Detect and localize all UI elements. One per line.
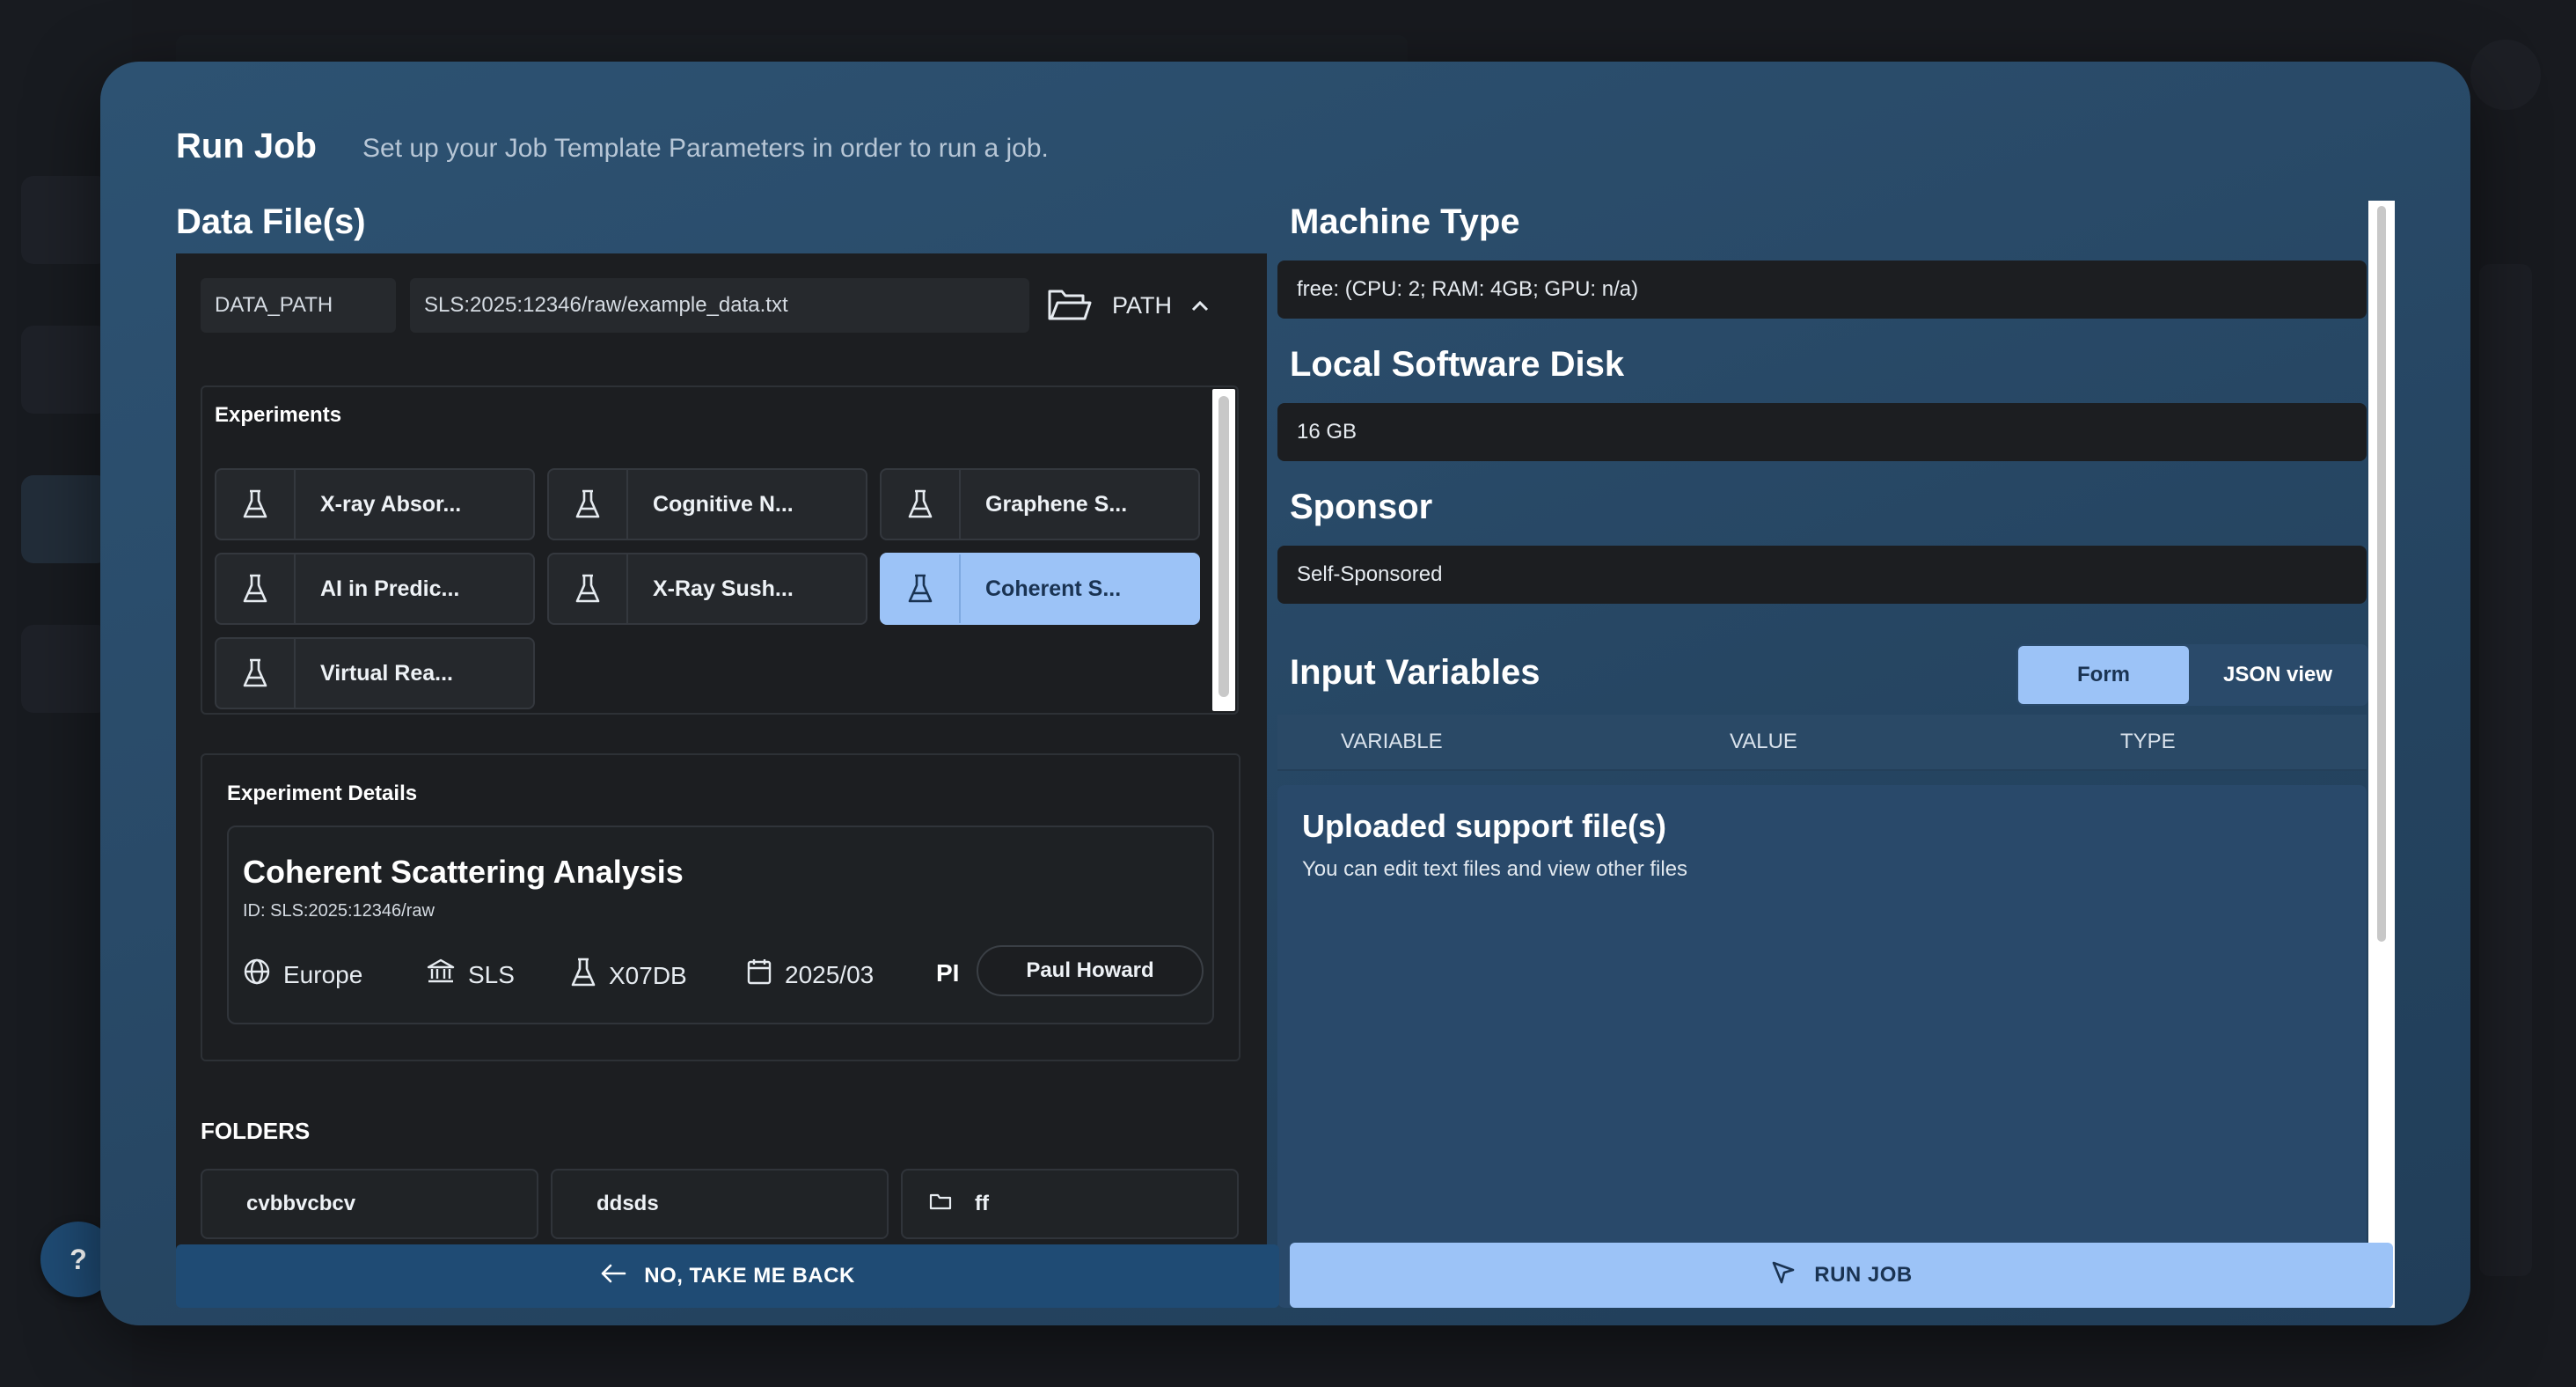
sponsor-title: Sponsor [1290, 488, 1433, 526]
meta-date: 2025/03 [746, 958, 874, 992]
back-button-label: NO, TAKE ME BACK [644, 1264, 855, 1288]
support-files-subtitle: You can edit text files and view other f… [1302, 857, 1688, 881]
data-files-title: Data File(s) [176, 202, 366, 241]
scrollbar-thumb[interactable] [1218, 396, 1229, 697]
run-job-modal: Run Job Set up your Job Template Paramet… [100, 62, 2470, 1325]
flask-icon [882, 554, 961, 623]
folders-label: FOLDERS [201, 1118, 311, 1144]
flask-icon [549, 470, 628, 539]
beamline-text: X07DB [609, 961, 687, 989]
experiment-label: X-Ray Sush... [653, 576, 794, 601]
experiment-label: Cognitive N... [653, 491, 794, 517]
institution-icon [426, 958, 456, 992]
data-files-panel: DATA_PATH SLS:2025:12346/raw/example_dat… [176, 253, 1267, 1280]
date-text: 2025/03 [785, 960, 875, 988]
flask-icon [549, 554, 628, 623]
folder-icon [929, 1192, 952, 1217]
modal-title: Run Job [176, 127, 317, 165]
folder-item[interactable]: ff [901, 1169, 1239, 1239]
input-variables-title: Input Variables [1290, 653, 1540, 692]
run-job-label: RUN JOB [1814, 1263, 1913, 1287]
back-button[interactable]: NO, TAKE ME BACK [176, 1244, 1279, 1308]
experiments-scrollbar[interactable] [1212, 389, 1235, 711]
experiment-label: Coherent S... [985, 576, 1122, 601]
column-variable: VARIABLE [1341, 730, 1443, 753]
facility-text: SLS [468, 960, 515, 988]
experiments-label: Experiments [215, 403, 342, 427]
globe-icon [243, 958, 271, 992]
calendar-icon [746, 958, 772, 992]
meta-facility: SLS [426, 958, 515, 992]
folder-label: cvbbvcbcv [246, 1192, 356, 1215]
column-type: TYPE [2120, 730, 2176, 753]
flask-icon [216, 470, 296, 539]
run-job-button[interactable]: RUN JOB [1290, 1243, 2393, 1308]
experiment-label: Graphene S... [985, 491, 1128, 517]
local-disk-title: Local Software Disk [1290, 345, 1625, 384]
machine-type-title: Machine Type [1290, 202, 1520, 241]
experiment-card-selected[interactable]: Coherent S... [880, 553, 1200, 625]
experiment-label: X-ray Absor... [320, 491, 462, 517]
flask-icon [216, 639, 296, 708]
variables-table-header: VARIABLE VALUE TYPE [1277, 715, 2367, 771]
arrow-left-icon [600, 1263, 626, 1290]
cursor-arrow-icon [1770, 1259, 1797, 1292]
path-value-field[interactable]: SLS:2025:12346/raw/example_data.txt [410, 278, 1029, 333]
column-value: VALUE [1730, 730, 1797, 753]
folder-item[interactable]: ddsds [551, 1169, 889, 1239]
experiment-card[interactable]: AI in Predic... [215, 553, 535, 625]
folder-item[interactable]: cvbbvcbcv [201, 1169, 538, 1239]
folder-open-icon [1047, 287, 1093, 324]
scrollbar-thumb[interactable] [2377, 206, 2386, 942]
experiments-list: Experiments X-ray Absor... Cognitive N..… [201, 385, 1239, 715]
folder-label: ddsds [596, 1192, 659, 1215]
experiment-details: Experiment Details Coherent Scattering A… [201, 753, 1240, 1061]
folder-label: ff [975, 1192, 989, 1215]
path-toggle-button[interactable]: PATH [1047, 280, 1209, 331]
form-view-tab[interactable]: Form [2018, 646, 2189, 704]
meta-beamline: X07DB [570, 958, 687, 994]
experiment-label: AI in Predic... [320, 576, 460, 601]
experiment-card[interactable]: X-ray Absor... [215, 468, 535, 540]
experiment-card[interactable]: Virtual Rea... [215, 637, 535, 709]
experiment-label: Virtual Rea... [320, 660, 453, 686]
modal-subtitle: Set up your Job Template Parameters in o… [362, 134, 1049, 163]
sponsor-select[interactable]: Self-Sponsored [1277, 546, 2367, 604]
json-view-tab[interactable]: JSON view [2189, 646, 2367, 704]
experiment-details-label: Experiment Details [227, 782, 418, 805]
machine-type-select[interactable]: free: (CPU: 2; RAM: 4GB; GPU: n/a) [1277, 261, 2367, 319]
support-files-section: Uploaded support file(s) You can edit te… [1277, 785, 2367, 1308]
experiment-name: Coherent Scattering Analysis [243, 854, 684, 890]
path-toggle-label: PATH [1112, 291, 1173, 319]
flask-icon [570, 958, 596, 994]
flask-icon [882, 470, 961, 539]
help-label: ? [70, 1243, 87, 1275]
region-text: Europe [283, 960, 363, 988]
chevron-up-icon [1191, 299, 1209, 312]
right-panel-scrollbar[interactable] [2368, 201, 2395, 1308]
pi-label: PI [936, 959, 960, 987]
experiment-details-card: Coherent Scattering Analysis ID: SLS:202… [227, 826, 1214, 1024]
experiment-card[interactable]: Cognitive N... [547, 468, 867, 540]
experiment-id: ID: SLS:2025:12346/raw [243, 901, 435, 921]
support-files-title: Uploaded support file(s) [1302, 808, 1666, 844]
flask-icon [216, 554, 296, 623]
view-toggle: Form JSON view [2016, 644, 2368, 706]
local-disk-select[interactable]: 16 GB [1277, 403, 2367, 461]
meta-region: Europe [243, 958, 362, 992]
path-name-field[interactable]: DATA_PATH [201, 278, 396, 333]
experiment-card[interactable]: Graphene S... [880, 468, 1200, 540]
pi-chip[interactable]: Paul Howard [977, 945, 1204, 996]
experiment-card[interactable]: X-Ray Sush... [547, 553, 867, 625]
